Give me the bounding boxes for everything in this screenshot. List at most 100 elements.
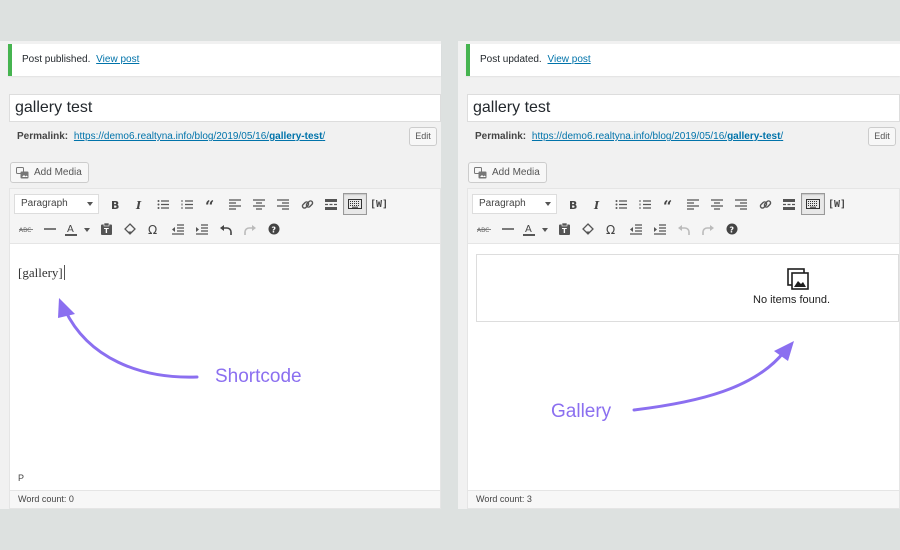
text-color-button[interactable]: A (520, 218, 552, 240)
gallery-shortcode: [gallery] (18, 265, 65, 280)
gallery-icon (787, 268, 809, 290)
italic-button[interactable]: I (585, 193, 609, 215)
add-media-button[interactable]: Add Media (468, 162, 547, 183)
indent-button[interactable] (648, 218, 672, 240)
toolbar-toggle-button[interactable] (801, 193, 825, 215)
gallery-preview[interactable]: No items found. (476, 254, 899, 322)
svg-text:I: I (135, 199, 142, 210)
undo-button[interactable] (672, 218, 696, 240)
italic-icon: I (593, 199, 600, 210)
numbered-list-button[interactable] (633, 193, 657, 215)
bullet-list-button[interactable] (151, 193, 175, 215)
redo-icon (702, 224, 714, 235)
edit-permalink-button[interactable]: Edit (868, 127, 896, 146)
svg-text:ABC: ABC (19, 227, 31, 233)
format-select[interactable]: Paragraph (14, 194, 99, 214)
view-post-link[interactable]: View post (548, 54, 591, 65)
element-path[interactable]: P (18, 473, 24, 483)
omega-icon: Ω (148, 223, 157, 235)
editor-content[interactable]: No items found. (468, 245, 899, 484)
permalink-label: Permalink: (17, 131, 69, 142)
read-more-button[interactable] (777, 193, 801, 215)
strikethrough-button[interactable]: ABC (14, 218, 38, 240)
permalink-url[interactable]: https://demo6.realtyna.info/blog/2019/05… (74, 131, 325, 142)
special-character-button[interactable]: Ω (142, 218, 166, 240)
align-center-icon (711, 198, 723, 210)
align-center-button[interactable] (247, 193, 271, 215)
post-title-input[interactable]: gallery test (9, 94, 441, 122)
editor-content[interactable]: [gallery] (10, 245, 440, 484)
insert-link-button[interactable] (295, 193, 319, 215)
svg-text:“: “ (663, 199, 672, 209)
text-color-icon: A (523, 224, 548, 236)
align-left-button[interactable] (223, 193, 247, 215)
view-post-link[interactable]: View post (96, 54, 139, 65)
eraser-icon (582, 223, 594, 235)
help-button[interactable]: ? (720, 218, 744, 240)
svg-text:Ω: Ω (148, 223, 157, 235)
add-media-button[interactable]: Add Media (10, 162, 89, 183)
outdent-button[interactable] (624, 218, 648, 240)
bold-button[interactable]: B (103, 193, 127, 215)
align-left-button[interactable] (681, 193, 705, 215)
svg-text:A: A (67, 224, 74, 235)
permalink-label: Permalink: (475, 131, 527, 142)
align-right-button[interactable] (729, 193, 753, 215)
outdent-button[interactable] (166, 218, 190, 240)
wpbakery-button[interactable]: [W] (367, 193, 391, 215)
undo-button[interactable] (214, 218, 238, 240)
quote-icon: “ (205, 199, 214, 209)
svg-text:T: T (104, 227, 109, 235)
strikethrough-button[interactable]: ABC (472, 218, 496, 240)
bullet-list-icon (157, 199, 169, 209)
blockquote-button[interactable]: “ (199, 193, 223, 215)
bullet-list-button[interactable] (609, 193, 633, 215)
read-more-icon (325, 198, 337, 210)
paste-text-button[interactable]: T (552, 218, 576, 240)
align-left-icon (687, 198, 699, 210)
editor-panel-left: Post published. View post gallery test P… (0, 41, 441, 509)
text-color-icon: A (65, 224, 90, 236)
bold-button[interactable]: B (561, 193, 585, 215)
redo-button[interactable] (696, 218, 720, 240)
edit-permalink-button[interactable]: Edit (409, 127, 437, 146)
add-media-label: Add Media (34, 167, 82, 178)
media-icon (16, 166, 29, 178)
indent-icon (196, 223, 208, 235)
horizontal-line-button[interactable] (38, 218, 62, 240)
svg-text:B: B (111, 199, 119, 210)
clear-formatting-button[interactable] (118, 218, 142, 240)
numbered-list-button[interactable] (175, 193, 199, 215)
align-center-button[interactable] (705, 193, 729, 215)
help-icon: ? (726, 223, 738, 235)
align-right-button[interactable] (271, 193, 295, 215)
outdent-icon (630, 223, 642, 235)
special-character-button[interactable]: Ω (600, 218, 624, 240)
insert-link-button[interactable] (753, 193, 777, 215)
horizontal-line-button[interactable] (496, 218, 520, 240)
clear-formatting-button[interactable] (576, 218, 600, 240)
notice-text: Post published. (22, 54, 91, 65)
undo-icon (678, 224, 690, 235)
strikethrough-icon: ABC (19, 227, 33, 233)
italic-button[interactable]: I (127, 193, 151, 215)
redo-button[interactable] (238, 218, 262, 240)
bullet-list-icon (615, 199, 627, 209)
gallery-annotation: Gallery (551, 401, 612, 422)
permalink-url[interactable]: https://demo6.realtyna.info/blog/2019/05… (532, 131, 783, 142)
status-bar: P Word count: 0 (10, 472, 440, 508)
text-color-button[interactable]: A (62, 218, 94, 240)
post-title-input[interactable]: gallery test (467, 94, 900, 122)
read-more-button[interactable] (319, 193, 343, 215)
chevron-down-icon (87, 202, 93, 206)
wpbakery-button[interactable]: [W] (825, 193, 849, 215)
format-select[interactable]: Paragraph (472, 194, 557, 214)
permalink: Permalink: https://demo6.realtyna.info/b… (475, 130, 783, 144)
paste-text-button[interactable]: T (94, 218, 118, 240)
toolbar-toggle-button[interactable] (343, 193, 367, 215)
blockquote-button[interactable]: “ (657, 193, 681, 215)
indent-button[interactable] (190, 218, 214, 240)
help-button[interactable]: ? (262, 218, 286, 240)
update-notice: Post updated. View post (466, 44, 900, 76)
media-icon (474, 166, 487, 178)
